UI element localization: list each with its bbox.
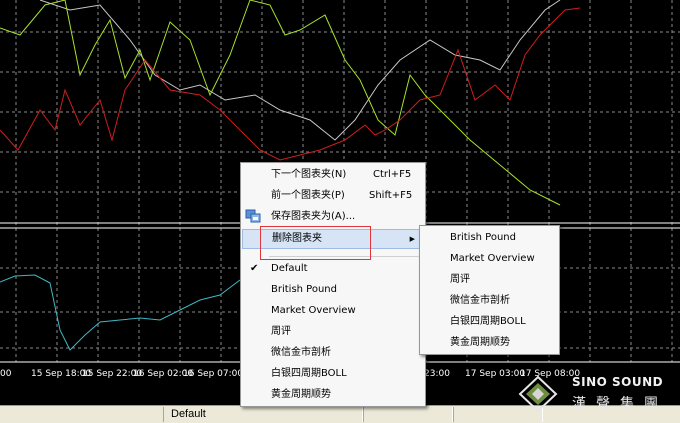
submenu-item-silver-boll[interactable]: 白银四周期BOLL: [420, 312, 559, 332]
menu-item-profile-market-overview[interactable]: Market Overview: [241, 301, 425, 321]
submenu-item-gold-trend[interactable]: 黄金周期顺势: [420, 333, 559, 353]
annotation-highlight-box: [260, 226, 371, 260]
time-axis-label: 00: [0, 369, 12, 379]
submenu-item-market-overview[interactable]: Market Overview: [420, 249, 559, 269]
menu-item-profile-gold-analysis[interactable]: 微信金市剖析: [241, 343, 425, 363]
save-profile-icon: [245, 209, 261, 223]
red-indicator-line: [0, 7, 581, 161]
menu-item-profile-gold-trend[interactable]: 黄金周期顺势: [241, 385, 425, 405]
shortcut-label: Shift+F5: [369, 190, 413, 201]
logo-chinese-text: 漢聲集團: [572, 396, 668, 412]
checkmark-icon: ✔: [250, 263, 259, 274]
menu-item-profile-silver-boll[interactable]: 白银四周期BOLL: [241, 364, 425, 384]
delete-profile-submenu: British Pound Market Overview 周评 微信金市剖析 …: [419, 225, 560, 355]
shortcut-label: Ctrl+F5: [373, 169, 412, 180]
sino-sound-logo: SINO SOUND 漢聲集團: [515, 373, 680, 413]
menu-item-save-profile-as[interactable]: 保存图表夹为(A)...: [241, 207, 425, 227]
menu-item-profile-default[interactable]: ✔ Default: [241, 259, 425, 279]
time-axis-label: 16 Sep 07:00: [183, 369, 243, 379]
submenu-item-weekly-review[interactable]: 周评: [420, 270, 559, 290]
submenu-arrow-icon: ▶: [409, 235, 415, 243]
status-profile-name: Default: [171, 408, 206, 420]
time-axis-label: 23:00: [424, 369, 450, 379]
submenu-item-gold-analysis[interactable]: 微信金市剖析: [420, 291, 559, 311]
menu-item-next-profile[interactable]: 下一个图表夹(N) Ctrl+F5: [241, 165, 425, 185]
gray-indicator-line: [39, 0, 561, 141]
profiles-context-menu: 下一个图表夹(N) Ctrl+F5 前一个图表夹(P) Shift+F5 保存图…: [240, 162, 426, 407]
status-cell: [363, 407, 453, 422]
logo-english-text: SINO SOUND: [572, 375, 664, 389]
logo-emblem-icon: [518, 376, 558, 412]
menu-item-profile-british-pound[interactable]: British Pound: [241, 280, 425, 300]
submenu-item-british-pound[interactable]: British Pound: [420, 228, 559, 248]
menu-item-previous-profile[interactable]: 前一个图表夹(P) Shift+F5: [241, 186, 425, 206]
menu-item-profile-weekly-review[interactable]: 周评: [241, 322, 425, 342]
